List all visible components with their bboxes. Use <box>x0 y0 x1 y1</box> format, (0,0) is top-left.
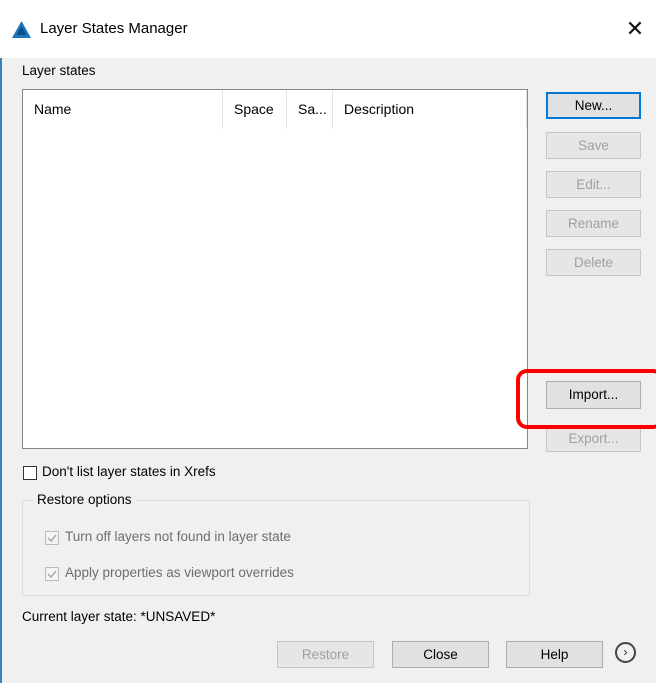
column-header-space[interactable]: Space <box>223 90 287 129</box>
xrefs-checkbox[interactable] <box>23 466 37 480</box>
column-header-saved[interactable]: Sa... <box>287 90 333 129</box>
layer-states-dialog: Layer States Manager ✕ Layer states Name… <box>0 0 656 683</box>
save-button[interactable]: Save <box>546 132 641 159</box>
checkmark-icon <box>47 534 57 543</box>
column-header-name[interactable]: Name <box>23 90 223 129</box>
delete-button[interactable]: Delete <box>546 249 641 276</box>
current-layer-state-text: Current layer state: *UNSAVED* <box>22 609 216 624</box>
autocad-logo-icon <box>12 21 31 38</box>
layer-states-list[interactable]: Name Space Sa... Description <box>22 89 528 449</box>
import-highlight-annotation <box>516 369 656 429</box>
edit-button[interactable]: Edit... <box>546 171 641 198</box>
window-title: Layer States Manager <box>40 20 188 37</box>
new-button[interactable]: New... <box>546 92 641 119</box>
apply-properties-label: Apply properties as viewport overrides <box>65 565 294 580</box>
xrefs-checkbox-label: Don't list layer states in Xrefs <box>42 464 216 479</box>
export-button[interactable]: Export... <box>546 425 641 452</box>
turn-off-layers-checkbox[interactable] <box>45 531 59 545</box>
help-button[interactable]: Help <box>506 641 603 668</box>
apply-properties-checkbox[interactable] <box>45 567 59 581</box>
column-header-description[interactable]: Description <box>333 90 527 129</box>
layer-states-label: Layer states <box>22 63 96 78</box>
expand-arrow-icon[interactable]: › <box>615 642 636 663</box>
checkmark-icon <box>47 570 57 579</box>
restore-button[interactable]: Restore <box>277 641 374 668</box>
window-border <box>0 58 2 683</box>
close-button[interactable]: Close <box>392 641 489 668</box>
rename-button[interactable]: Rename <box>546 210 641 237</box>
restore-options-title: Restore options <box>33 492 136 507</box>
title-bar: Layer States Manager ✕ <box>0 0 656 58</box>
restore-options-group <box>22 500 530 596</box>
close-icon[interactable]: ✕ <box>620 14 650 44</box>
turn-off-layers-label: Turn off layers not found in layer state <box>65 529 291 544</box>
